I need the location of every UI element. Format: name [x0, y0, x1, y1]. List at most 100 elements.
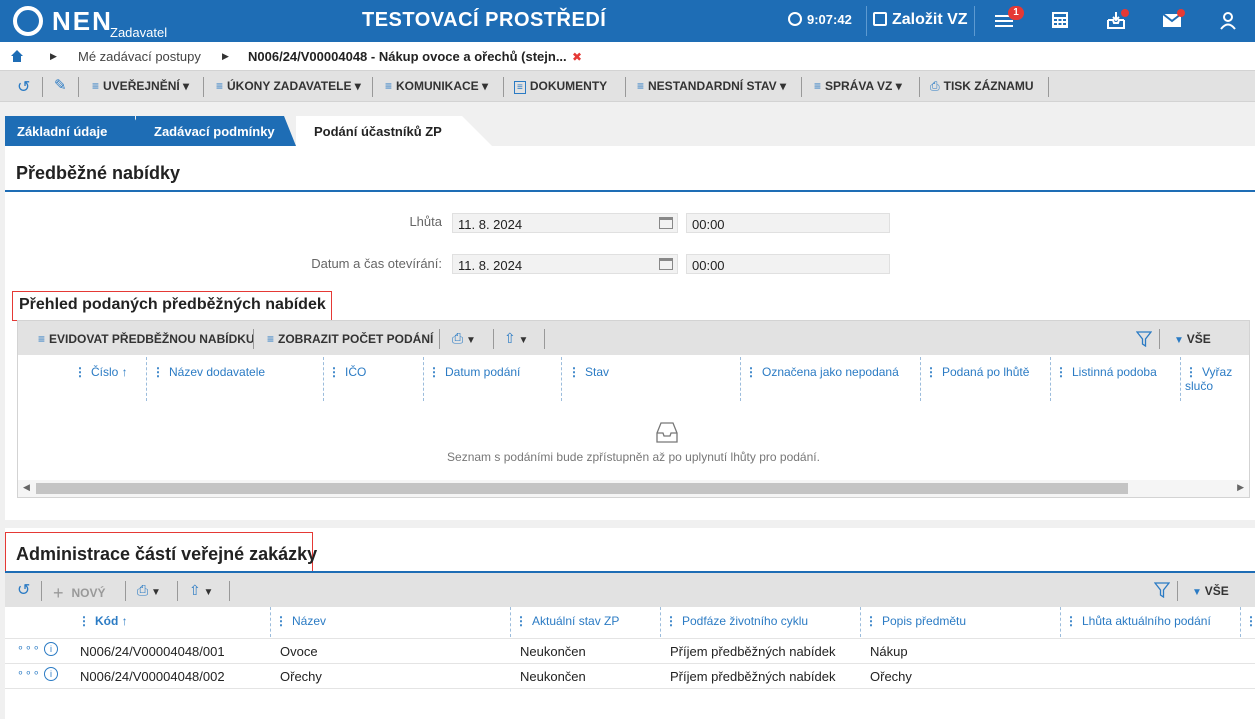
chevron-down-icon: ▼	[1174, 335, 1187, 346]
col-lhuta-podani[interactable]: ⋮ Lhůta aktuálního podání	[1065, 614, 1211, 628]
tab-podani-ucastniku[interactable]: Podání účastníků ZP	[296, 116, 492, 146]
col-stav[interactable]: ⋮ Stav	[568, 365, 609, 379]
menu-nestandardni-label: NESTANDARDNÍ STAV	[648, 79, 777, 93]
export-menu-button[interactable]: ⇧ ▼	[504, 330, 528, 347]
col-aktualni-stav[interactable]: ⋮ Aktuální stav ZP	[515, 614, 619, 628]
row-kod: N006/24/V00004048/002	[80, 669, 225, 684]
new-button[interactable]: + NOVÝ	[53, 583, 106, 604]
horizontal-scrollbar[interactable]: ◀ ▶	[18, 480, 1249, 497]
clock-time: 9:07:42	[807, 12, 852, 27]
col-popis[interactable]: ⋮ Popis předmětu	[865, 614, 966, 628]
scroll-right-icon[interactable]: ▶	[1237, 482, 1244, 493]
lhuta-time-input[interactable]: 00:00	[686, 213, 890, 233]
menu-dokumenty[interactable]: ≡ DOKUMENTY	[514, 79, 607, 94]
row-podfaze: Příjem předběžných nabídek	[670, 669, 836, 684]
row-podfaze: Příjem předběžných nabídek	[670, 644, 836, 659]
prebid-grid-toolbar: ≡ EVIDOVAT PŘEDBĚŽNOU NABÍDKU ≡ ZOBRAZIT P…	[18, 321, 1249, 355]
col-nazev-dodavatele[interactable]: ⋮ Název dodavatele	[152, 365, 265, 379]
more-actions-icon[interactable]: ∘∘∘	[17, 641, 41, 654]
col-kod[interactable]: ⋮ Kód ↑	[78, 614, 128, 628]
scroll-left-icon[interactable]: ◀	[23, 482, 30, 493]
calendar-icon[interactable]	[659, 258, 673, 270]
clock-icon	[788, 12, 802, 26]
menu-sprava[interactable]: ≡ SPRÁVA VZ ▾	[814, 79, 902, 93]
prebid-title: Předběžné nabídky	[16, 163, 181, 183]
list-icon: ≡	[216, 79, 224, 93]
refresh-icon[interactable]: ↺	[17, 77, 30, 97]
print-menu-button[interactable]: ⎙ ▼	[452, 330, 476, 347]
menu-tisk-label: TISK ZÁZNAMU	[943, 79, 1034, 93]
session-clock[interactable]: 9:07:42	[788, 12, 852, 27]
calendar-icon[interactable]	[659, 217, 673, 229]
calculator-icon[interactable]	[1050, 10, 1070, 30]
logo-icon[interactable]	[13, 6, 43, 36]
chevron-down-icon: ▼	[1192, 587, 1205, 598]
menu-ukony[interactable]: ≡ ÚKONY ZADAVATELE ▾	[216, 79, 361, 93]
otevreni-time-input[interactable]: 00:00	[686, 254, 890, 274]
lhuta-label: Lhůta	[409, 214, 442, 229]
menu-badge: 1	[1008, 6, 1024, 20]
export-menu-button[interactable]: ⇧ ▼	[189, 582, 213, 599]
action-toolbar: ↺ ✎ ≡ UVEŘEJNĚNÍ ▾ ≡ ÚKONY ZADAVATELE ▾ ≡ K…	[0, 70, 1255, 102]
list-icon: ≡	[385, 79, 393, 93]
col-oznacena-nepodana[interactable]: ⋮ Označena jako nepodaná	[745, 365, 899, 379]
menu-tisk[interactable]: ⎙ TISK ZÁZNAMU	[930, 79, 1034, 94]
col-podana-po-lhute[interactable]: ⋮ Podaná po lhůtě	[925, 365, 1029, 379]
refresh-icon[interactable]: ↺	[17, 580, 30, 600]
row-stav: Neukončen	[520, 669, 586, 684]
logo-subtitle: Zadavatel	[110, 25, 168, 40]
filter-icon[interactable]	[1154, 582, 1170, 598]
breadcrumb-item-postupy[interactable]: Mé zadávací postupy	[78, 49, 201, 64]
logo[interactable]: NEN	[52, 6, 113, 37]
otevreni-label: Datum a čas otevírání:	[311, 256, 442, 271]
home-icon[interactable]	[10, 49, 24, 63]
row-popis: Ořechy	[870, 669, 912, 684]
more-actions-icon[interactable]: ∘∘∘	[17, 666, 41, 679]
export-icon: ⇧	[504, 330, 516, 346]
print-icon: ⎙	[452, 330, 464, 346]
view-all-label: VŠE	[1204, 584, 1229, 598]
col-datum-podani[interactable]: ⋮ Datum podání	[428, 365, 520, 379]
tab-zakladni-udaje[interactable]: Základní údaje	[5, 116, 135, 146]
empty-message: Seznam s podáními bude zpřístupněn až po…	[447, 450, 820, 464]
lhuta-date-value: 11. 8. 2024	[458, 217, 523, 232]
col-cislo[interactable]: ⋮ Číslo ↑	[74, 365, 128, 379]
col-nazev[interactable]: ⋮ Název	[275, 614, 326, 628]
menu-komunikace[interactable]: ≡ KOMUNIKACE ▾	[385, 79, 488, 93]
print-icon: ⎙	[137, 582, 149, 598]
view-all-dropdown[interactable]: ▼ VŠE	[1174, 332, 1211, 346]
close-icon[interactable]: ✖	[572, 50, 582, 64]
info-icon[interactable]: i	[44, 642, 58, 656]
parts-panel: Administrace částí veřejné zakázky ↺ + NO…	[5, 528, 1255, 719]
col-listinna-podoba[interactable]: ⋮ Listinná podoba	[1055, 365, 1157, 379]
menu-nestandardni[interactable]: ≡ NESTANDARDNÍ STAV ▾	[637, 79, 786, 93]
pocet-podani-button[interactable]: ≡ ZOBRAZIT POČET PODÁNÍ	[267, 332, 433, 346]
create-vz-label: Založit VZ	[892, 11, 968, 28]
prebid-panel: Předběžné nabídky Lhůta 11. 8. 2024 00:0…	[5, 146, 1255, 520]
row-kod: N006/24/V00004048/001	[80, 644, 225, 659]
col-podfaze[interactable]: ⋮ Podfáze životního cyklu	[665, 614, 808, 628]
view-all-dropdown[interactable]: ▼ VŠE	[1192, 584, 1229, 598]
list-icon: ≡	[92, 79, 100, 93]
filter-icon[interactable]	[1136, 331, 1152, 347]
breadcrumb-item-current[interactable]: N006/24/V00004048 - Nákup ovoce a ořechů…	[248, 49, 567, 64]
info-icon[interactable]: i	[44, 667, 58, 681]
evidovat-button[interactable]: ≡ EVIDOVAT PŘEDBĚŽNOU NABÍDKU	[38, 332, 255, 346]
user-icon[interactable]	[1218, 10, 1238, 30]
create-vz-button[interactable]: Založit VZ	[866, 6, 975, 36]
menu-uverejneni[interactable]: ≡ UVEŘEJNĚNÍ ▾	[92, 79, 189, 93]
otevreni-date-input[interactable]: 11. 8. 2024	[452, 254, 678, 274]
lhuta-date-input[interactable]: 11. 8. 2024	[452, 213, 678, 233]
menu-uverejneni-label: UVEŘEJNĚNÍ	[103, 79, 180, 93]
view-all-label: VŠE	[1186, 332, 1211, 346]
col-ico[interactable]: ⋮ IČO	[328, 365, 366, 379]
pencil-icon[interactable]: ✎	[54, 76, 67, 94]
col-more[interactable]: ⋮	[1245, 614, 1255, 628]
row-nazev: Ovoce	[280, 644, 318, 659]
list-icon: ≡	[38, 332, 46, 346]
col-vyrazeni[interactable]: ⋮ Vyřaz slučo	[1185, 365, 1247, 393]
evidovat-label: EVIDOVAT PŘEDBĚŽNOU NABÍDKU	[49, 332, 255, 346]
scrollbar-thumb[interactable]	[36, 483, 1128, 494]
tab-zadavaci-podminky[interactable]: Zadávací podmínky	[136, 116, 296, 146]
print-menu-button[interactable]: ⎙ ▼	[137, 582, 161, 599]
